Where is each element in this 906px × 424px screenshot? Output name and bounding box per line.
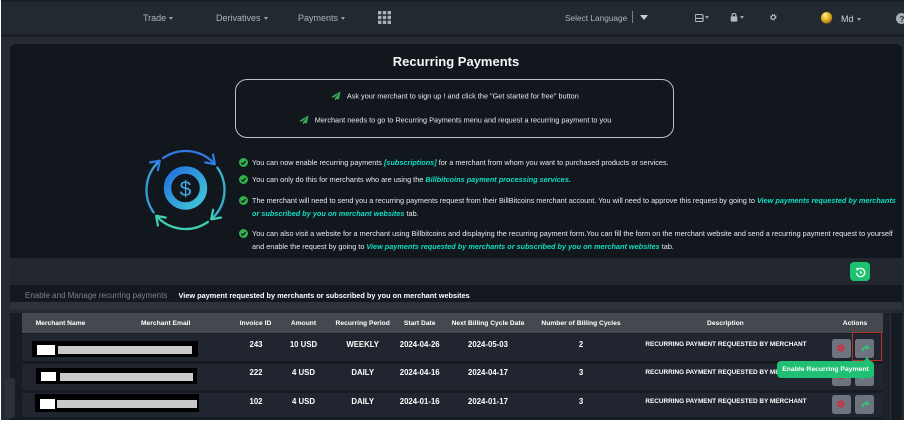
svg-text:$: $ [179,178,191,201]
